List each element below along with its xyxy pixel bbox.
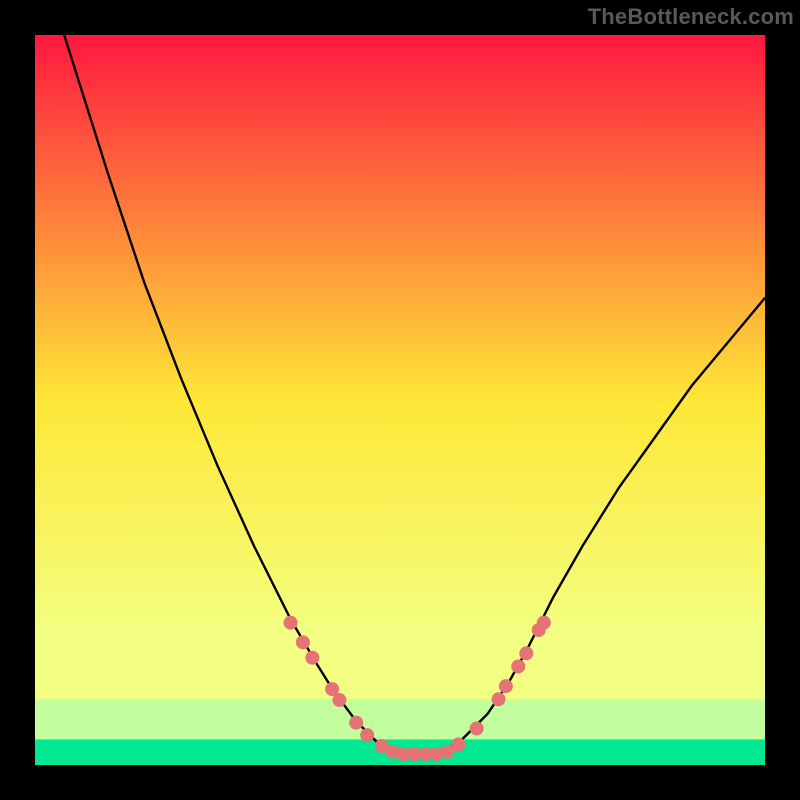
- band-pale-yellow: [35, 623, 765, 700]
- marker-dot: [470, 721, 484, 735]
- marker-dot: [349, 716, 363, 730]
- marker-dot: [305, 651, 319, 665]
- marker-dot: [511, 659, 525, 673]
- chart-svg: [35, 35, 765, 765]
- chart-plot-area: [35, 35, 765, 765]
- band-pale-green: [35, 699, 765, 739]
- marker-dot: [519, 646, 533, 660]
- marker-dot: [332, 693, 346, 707]
- marker-dot: [499, 679, 513, 693]
- marker-dot: [492, 692, 506, 706]
- marker-dot: [451, 738, 465, 752]
- threshold-bands: [35, 623, 765, 765]
- marker-dot: [296, 635, 310, 649]
- watermark-text: TheBottleneck.com: [588, 4, 794, 30]
- marker-dot: [537, 616, 551, 630]
- marker-dot: [283, 616, 297, 630]
- marker-dot: [360, 728, 374, 742]
